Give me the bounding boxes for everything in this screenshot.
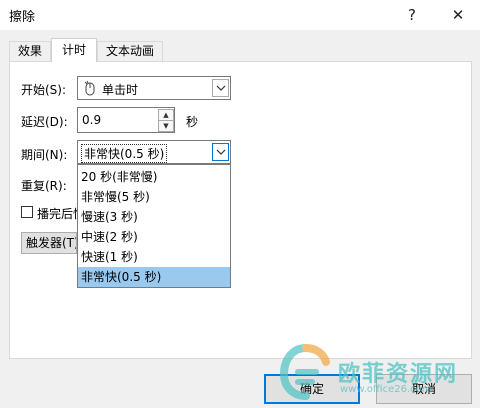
duration-value: 非常快(0.5 秒) <box>81 144 168 163</box>
duration-option[interactable]: 非常慢(5 秒) <box>78 187 230 207</box>
duration-option[interactable]: 快速(1 秒) <box>78 247 230 267</box>
window-title: 擦除 <box>9 10 36 25</box>
duration-option[interactable]: 慢速(3 秒) <box>78 207 230 227</box>
tab-text-animation[interactable]: 文本动画 <box>97 41 163 61</box>
duration-dropdown: 20 秒(非常慢) 非常慢(5 秒) 慢速(3 秒) 中速(2 秒) 快速(1 … <box>77 164 231 288</box>
close-button[interactable]: ✕ <box>438 0 478 30</box>
delay-value: 0.9 <box>82 113 102 127</box>
tab-timing[interactable]: 计时 <box>51 38 97 62</box>
duration-option-selected[interactable]: 非常快(0.5 秒) <box>78 267 230 287</box>
help-button[interactable]: ? <box>392 0 432 30</box>
delay-field[interactable]: 0.9 ▲ ▼ <box>77 107 175 133</box>
delay-label: 延迟(D): <box>21 115 68 129</box>
cancel-button[interactable]: 取消 <box>376 374 472 404</box>
rewind-checkbox[interactable] <box>21 206 33 218</box>
start-combo[interactable]: 单击时 <box>77 76 231 100</box>
trigger-button[interactable]: 触发器(T) <box>21 232 77 254</box>
tab-effect[interactable]: 效果 <box>9 41 51 61</box>
start-value: 单击时 <box>102 83 139 97</box>
chevron-down-icon[interactable] <box>212 143 229 161</box>
duration-option[interactable]: 中速(2 秒) <box>78 227 230 247</box>
spin-down-icon[interactable]: ▼ <box>158 120 174 132</box>
delay-unit: 秒 <box>186 115 199 129</box>
mouse-icon <box>83 80 97 99</box>
chevron-down-icon[interactable] <box>212 79 229 97</box>
duration-label: 期间(N): <box>21 148 68 162</box>
ok-button[interactable]: 确定 <box>264 374 360 404</box>
repeat-label: 重复(R): <box>21 179 67 193</box>
duration-combo[interactable]: 非常快(0.5 秒) <box>77 140 231 164</box>
duration-option[interactable]: 20 秒(非常慢) <box>78 167 230 187</box>
title-bar: 擦除 ? ✕ <box>0 0 480 30</box>
start-label: 开始(S): <box>21 83 67 97</box>
